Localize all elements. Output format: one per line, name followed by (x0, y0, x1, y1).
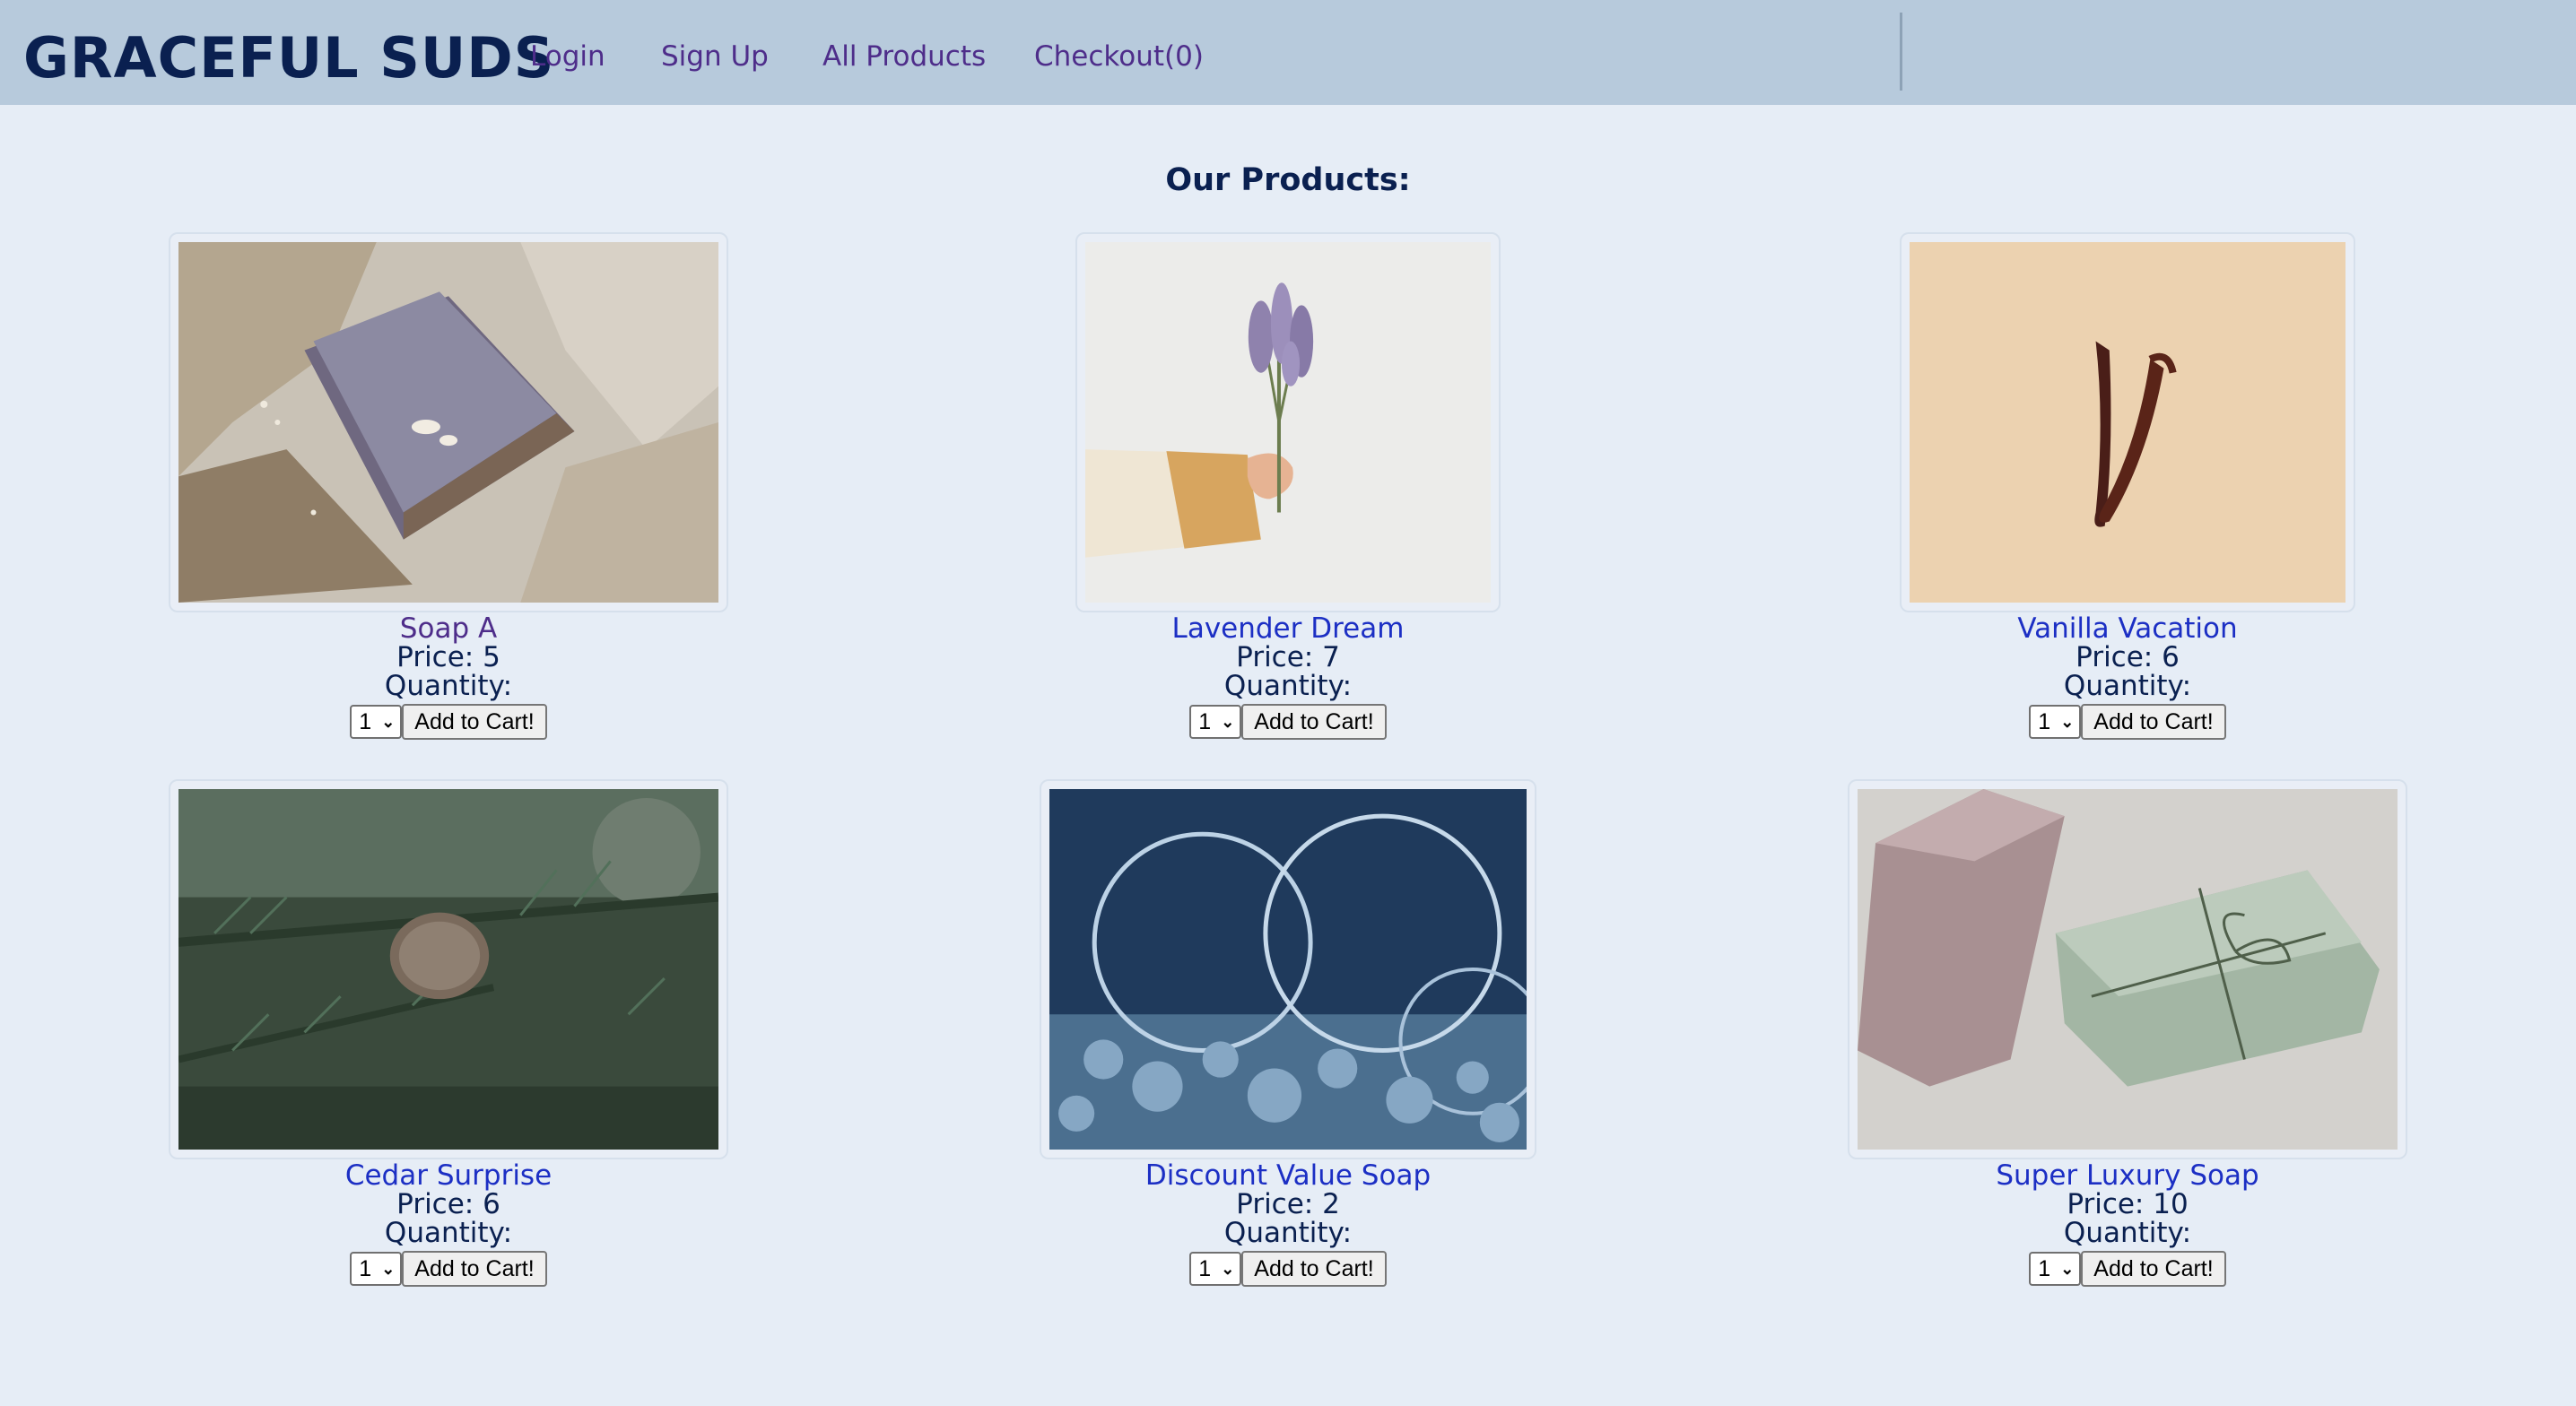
product-info: Soap A Price: 5 Quantity: 1 ⌄ Add to Car… (18, 614, 879, 740)
product-name-link[interactable]: Super Luxury Soap (1697, 1161, 2558, 1190)
quantity-value: 1 (359, 1255, 372, 1281)
product-info: Discount Value Soap Price: 2 Quantity: 1… (857, 1161, 1719, 1287)
cart-controls: 1 ⌄ Add to Cart! (1697, 1251, 2558, 1287)
product-info: Super Luxury Soap Price: 10 Quantity: 1 … (1697, 1161, 2558, 1287)
quantity-label: Quantity: (1223, 1217, 1353, 1249)
product-card: Vanilla Vacation Price: 6 Quantity: 1 ⌄ … (1697, 232, 2558, 761)
product-name-link[interactable]: Discount Value Soap (857, 1161, 1719, 1190)
nav-divider (1900, 13, 1902, 91)
product-image-frame (169, 232, 728, 612)
product-price: Price: 6 (396, 1188, 500, 1220)
product-card: Super Luxury Soap Price: 10 Quantity: 1 … (1697, 779, 2558, 1308)
product-image-frame (1900, 232, 2355, 612)
quantity-value: 1 (2038, 708, 2051, 734)
chevron-down-icon: ⌄ (1221, 1259, 1235, 1278)
cart-controls: 1 ⌄ Add to Cart! (857, 1251, 1719, 1287)
add-to-cart-button[interactable]: Add to Cart! (2081, 704, 2226, 740)
product-name-link[interactable]: Soap A (18, 614, 879, 643)
chevron-down-icon: ⌄ (381, 712, 396, 731)
quantity-select[interactable]: 1 ⌄ (2029, 705, 2082, 739)
product-price: Price: 10 (2067, 1188, 2189, 1220)
nav-all-products-link[interactable]: All Products (822, 38, 986, 75)
product-image[interactable] (178, 242, 718, 603)
quantity-label: Quantity: (2063, 670, 2192, 702)
product-price: Price: 7 (1236, 641, 1340, 673)
quantity-select[interactable]: 1 ⌄ (1189, 1252, 1242, 1286)
chevron-down-icon: ⌄ (1221, 712, 1235, 731)
quantity-label: Quantity: (384, 1217, 513, 1249)
add-to-cart-button[interactable]: Add to Cart! (1241, 1251, 1387, 1287)
product-name-link[interactable]: Lavender Dream (857, 614, 1719, 643)
quantity-select[interactable]: 1 ⌄ (2029, 1252, 2082, 1286)
product-image[interactable] (1085, 242, 1491, 603)
product-card: Lavender Dream Price: 7 Quantity: 1 ⌄ Ad… (857, 232, 1719, 761)
product-image-frame (1075, 232, 1501, 612)
product-image-frame (169, 779, 728, 1159)
product-image[interactable] (178, 789, 718, 1150)
navbar: GRACEFUL SUDS Login Sign Up All Products… (0, 0, 2576, 105)
product-price: Price: 2 (1236, 1188, 1340, 1220)
product-name-link[interactable]: Cedar Surprise (18, 1161, 879, 1190)
product-info: Vanilla Vacation Price: 6 Quantity: 1 ⌄ … (1697, 614, 2558, 740)
add-to-cart-button[interactable]: Add to Cart! (1241, 704, 1387, 740)
quantity-select[interactable]: 1 ⌄ (350, 1252, 403, 1286)
cart-controls: 1 ⌄ Add to Cart! (18, 1251, 879, 1287)
nav-login-link[interactable]: Login (530, 38, 605, 75)
cart-controls: 1 ⌄ Add to Cart! (857, 704, 1719, 740)
add-to-cart-button[interactable]: Add to Cart! (402, 1251, 547, 1287)
product-info: Cedar Surprise Price: 6 Quantity: 1 ⌄ Ad… (18, 1161, 879, 1287)
quantity-value: 1 (2038, 1255, 2051, 1281)
product-price: Price: 6 (2076, 641, 2180, 673)
quantity-select[interactable]: 1 ⌄ (1189, 705, 1242, 739)
product-info: Lavender Dream Price: 7 Quantity: 1 ⌄ Ad… (857, 614, 1719, 740)
quantity-value: 1 (1198, 708, 1212, 734)
add-to-cart-button[interactable]: Add to Cart! (2081, 1251, 2226, 1287)
product-image-frame (1848, 779, 2407, 1159)
product-image[interactable] (1049, 789, 1527, 1150)
quantity-value: 1 (359, 708, 372, 734)
product-image[interactable] (1910, 242, 2345, 603)
product-name-link[interactable]: Vanilla Vacation (1697, 614, 2558, 643)
brand-logo[interactable]: GRACEFUL SUDS (23, 23, 554, 93)
nav-signup-link[interactable]: Sign Up (661, 38, 769, 75)
chevron-down-icon: ⌄ (381, 1259, 396, 1278)
cart-controls: 1 ⌄ Add to Cart! (18, 704, 879, 740)
chevron-down-icon: ⌄ (2060, 1259, 2075, 1278)
quantity-label: Quantity: (2063, 1217, 2192, 1249)
quantity-label: Quantity: (384, 670, 513, 702)
cart-controls: 1 ⌄ Add to Cart! (1697, 704, 2558, 740)
quantity-select[interactable]: 1 ⌄ (350, 705, 403, 739)
product-card: Discount Value Soap Price: 2 Quantity: 1… (857, 779, 1719, 1308)
quantity-value: 1 (1198, 1255, 1212, 1281)
chevron-down-icon: ⌄ (2060, 712, 2075, 731)
add-to-cart-button[interactable]: Add to Cart! (402, 704, 547, 740)
quantity-label: Quantity: (1223, 670, 1353, 702)
product-card: Cedar Surprise Price: 6 Quantity: 1 ⌄ Ad… (18, 779, 879, 1308)
nav-checkout-link[interactable]: Checkout(0) (1034, 38, 1204, 75)
product-image[interactable] (1858, 789, 2398, 1150)
page-title: Our Products: (1165, 162, 1411, 198)
product-price: Price: 5 (396, 641, 500, 673)
product-image-frame (1040, 779, 1536, 1159)
product-card: Soap A Price: 5 Quantity: 1 ⌄ Add to Car… (18, 232, 879, 761)
